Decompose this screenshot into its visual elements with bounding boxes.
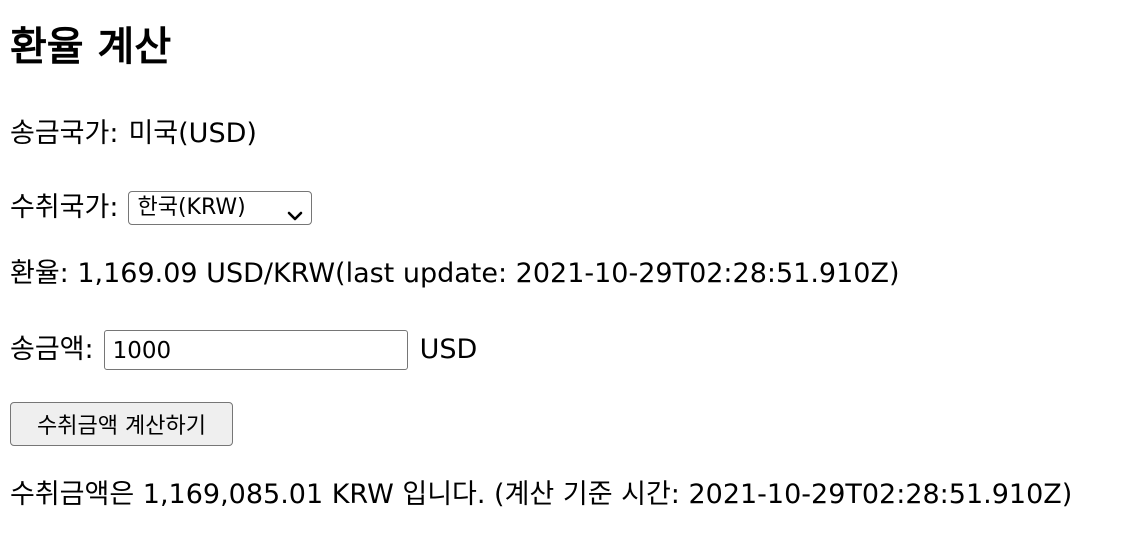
page-title: 환율 계산 [10, 24, 172, 70]
receiver-country-selected: 한국(KRW) [137, 195, 246, 220]
chevron-down-icon [287, 200, 303, 221]
exchange-calculator-page: 환율 계산 송금국가: 미국(USD) 수취국가: 한국(KRW) 환율: 1,… [0, 0, 1128, 554]
receiver-country-row: 수취국가: 한국(KRW) [10, 190, 313, 226]
receiver-country-select[interactable]: 한국(KRW) [128, 191, 313, 225]
sender-country-value: 미국(USD) [128, 118, 257, 149]
send-amount-unit: USD [419, 334, 478, 365]
result-text: 수취금액은 1,169,085.01 KRW 입니다. (계산 기준 시간: 2… [10, 479, 1073, 510]
exchange-rate-row: 환율: 1,169.09 USD/KRW(last update: 2021-1… [10, 256, 899, 292]
sender-country-row: 송금국가: 미국(USD) [10, 116, 257, 152]
send-amount-label: 송금액: [10, 334, 94, 365]
sender-country-label: 송금국가: [10, 118, 119, 149]
calculate-row: 수취금액 계산하기 [10, 402, 233, 446]
result-row: 수취금액은 1,169,085.01 KRW 입니다. (계산 기준 시간: 2… [10, 477, 1072, 513]
exchange-rate-text: 환율: 1,169.09 USD/KRW(last update: 2021-1… [10, 258, 900, 289]
receiver-country-label: 수취국가: [10, 192, 119, 223]
send-amount-row: 송금액: USD [10, 330, 477, 370]
calculate-button[interactable]: 수취금액 계산하기 [10, 402, 233, 446]
send-amount-input[interactable] [103, 330, 408, 370]
